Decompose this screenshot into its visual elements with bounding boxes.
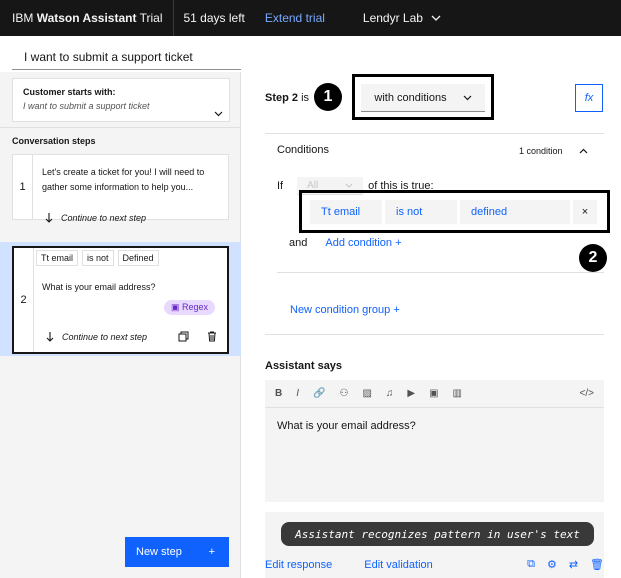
steps-sidebar: Customer starts with: I want to submit a… bbox=[0, 72, 241, 578]
chevron-down-icon[interactable] bbox=[214, 111, 223, 117]
chevron-down-icon bbox=[345, 183, 353, 188]
callout-badge-2: 2 bbox=[579, 244, 607, 272]
conditions-heading: Conditions bbox=[277, 144, 329, 156]
product-name: IBM Watson Assistant Trial bbox=[12, 11, 163, 25]
step-actions bbox=[178, 331, 217, 342]
top-navigation-bar: IBM Watson Assistant Trial 51 days left … bbox=[0, 0, 621, 36]
step-card-2[interactable]: 2 Tt email is not Defined What is your e… bbox=[12, 246, 229, 354]
step-label: Step 2 is bbox=[265, 92, 310, 104]
step-condition-chips: Tt email is not Defined bbox=[36, 250, 159, 266]
new-condition-group-link[interactable]: New condition group + bbox=[290, 304, 400, 316]
chevron-down-icon bbox=[431, 15, 441, 21]
conditions-toggle[interactable]: 1 condition bbox=[519, 146, 588, 156]
condition-value-field[interactable]: defined bbox=[460, 200, 570, 224]
conversation-steps-heading: Conversation steps bbox=[12, 136, 96, 146]
italic-button[interactable]: I bbox=[296, 388, 299, 399]
chevron-down-icon bbox=[463, 95, 472, 100]
step-card-1[interactable]: 1 Let's create a ticket for you! I will … bbox=[12, 154, 229, 223]
assistant-says-heading: Assistant says bbox=[265, 360, 343, 372]
divider bbox=[265, 133, 604, 134]
remove-condition-button[interactable]: × bbox=[573, 200, 597, 224]
condition-mode-dropdown[interactable]: with conditions bbox=[361, 84, 485, 112]
action-title-input[interactable]: I want to submit a support ticket bbox=[12, 44, 241, 70]
workspace-name: Lendyr Lab bbox=[362, 11, 423, 25]
expression-button[interactable]: fx bbox=[575, 84, 603, 112]
tooltip: Assistant recognizes pattern in user's t… bbox=[281, 522, 594, 546]
arrow-down-icon bbox=[46, 332, 54, 342]
iframe-icon[interactable]: ▣ bbox=[429, 388, 438, 399]
variable-icon[interactable]: ⚇ bbox=[339, 388, 348, 399]
step-text: Let's create a ticket for you! I will ne… bbox=[42, 167, 205, 192]
add-condition-link[interactable]: Add condition + bbox=[325, 237, 401, 249]
step-text: What is your email address? bbox=[42, 282, 156, 292]
trial-days-left: 51 days left bbox=[183, 11, 245, 25]
condition-chip-operator: is not bbox=[82, 250, 114, 266]
chevron-up-icon bbox=[579, 148, 587, 154]
step-number: 1 bbox=[13, 155, 33, 219]
swap-icon[interactable]: ⇄ bbox=[569, 558, 578, 571]
divider bbox=[0, 127, 241, 128]
response-icons: ⧉ ⚙ ⇄ 🗑 bbox=[527, 558, 604, 571]
continue-next-step: Continue to next step bbox=[45, 213, 146, 223]
condition-chip-value: Defined bbox=[117, 250, 159, 266]
columns-icon[interactable]: ▥ bbox=[453, 388, 462, 399]
video-icon[interactable]: ▶ bbox=[407, 388, 415, 399]
condition-chip-variable: Tt email bbox=[36, 250, 79, 266]
customer-starts-title: Customer starts with: bbox=[23, 87, 116, 97]
condition-variable-field[interactable]: Tt email bbox=[310, 200, 382, 224]
regex-badge: ▣ Regex bbox=[163, 300, 215, 315]
workspace-switcher[interactable]: Lendyr Lab bbox=[363, 11, 441, 25]
divider bbox=[172, 0, 174, 36]
customer-starts-text: I want to submit a support ticket bbox=[23, 101, 150, 111]
audio-icon[interactable]: ♫ bbox=[386, 388, 394, 399]
response-actions: Edit response Edit validation ⧉ ⚙ ⇄ 🗑 bbox=[265, 558, 604, 571]
condition-row: Tt email is not defined × bbox=[310, 200, 597, 224]
code-view-icon[interactable]: </> bbox=[580, 388, 594, 399]
condition-operator-field[interactable]: is not bbox=[385, 200, 457, 224]
callout-badge-1: 1 bbox=[314, 83, 342, 111]
extend-trial-link[interactable]: Extend trial bbox=[265, 11, 325, 25]
plus-icon: + bbox=[208, 546, 215, 558]
rich-text-toolbar: B I 🔗 ⚇ ▨ ♫ ▶ ▣ ▥ </> bbox=[265, 380, 604, 408]
duplicate-icon[interactable] bbox=[178, 331, 189, 342]
image-icon[interactable]: ▨ bbox=[362, 388, 371, 399]
and-row: and Add condition + bbox=[289, 237, 402, 249]
link-icon[interactable]: 🔗 bbox=[313, 388, 325, 399]
edit-validation-link[interactable]: Edit validation bbox=[364, 559, 433, 571]
divider bbox=[265, 334, 604, 335]
divider bbox=[277, 272, 604, 273]
step-editor: Step 2 is 1 with conditions fx Condition… bbox=[241, 36, 621, 578]
delete-icon[interactable]: 🗑 bbox=[590, 558, 604, 571]
arrow-down-icon bbox=[45, 213, 53, 223]
bold-button[interactable]: B bbox=[275, 388, 282, 399]
continue-next-step: Continue to next step bbox=[46, 332, 147, 342]
step-number: 2 bbox=[14, 248, 34, 352]
settings-icon[interactable]: ⚙ bbox=[547, 558, 557, 571]
edit-response-link[interactable]: Edit response bbox=[265, 559, 332, 571]
response-text-editor[interactable]: What is your email address? bbox=[265, 408, 604, 502]
new-step-button[interactable]: New step + bbox=[125, 537, 229, 567]
delete-icon[interactable] bbox=[207, 331, 217, 342]
customer-starts-card[interactable]: Customer starts with: I want to submit a… bbox=[12, 78, 230, 122]
copy-icon[interactable]: ⧉ bbox=[527, 558, 535, 571]
